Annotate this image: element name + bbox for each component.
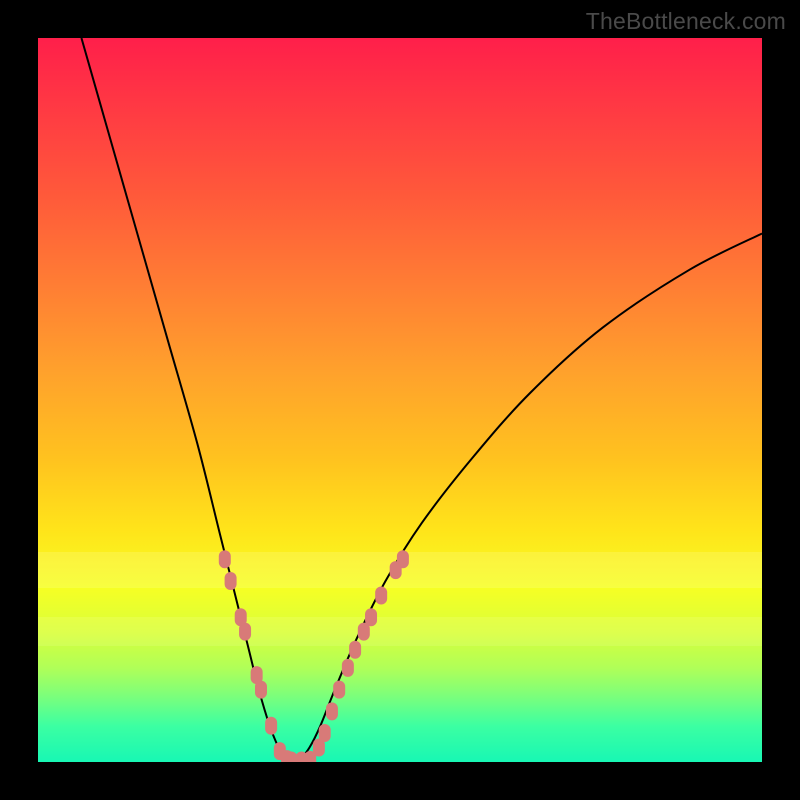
left-curve bbox=[81, 38, 284, 762]
watermark-text: TheBottleneck.com bbox=[586, 8, 786, 35]
right-markers-3 bbox=[333, 681, 345, 699]
right-curve bbox=[299, 233, 762, 762]
right-markers-5 bbox=[349, 641, 361, 659]
curve-paths bbox=[81, 38, 762, 762]
left-markers-6 bbox=[265, 717, 277, 735]
right-markers-10 bbox=[397, 550, 409, 568]
left-markers-0 bbox=[219, 550, 231, 568]
right-markers-8 bbox=[375, 586, 387, 604]
marker-dots bbox=[219, 550, 409, 762]
left-markers-5 bbox=[255, 681, 267, 699]
left-markers-1 bbox=[225, 572, 237, 590]
curve-layer bbox=[38, 38, 762, 762]
right-markers-1 bbox=[319, 724, 331, 742]
right-markers-4 bbox=[342, 659, 354, 677]
right-markers-6 bbox=[358, 623, 370, 641]
chart-frame: TheBottleneck.com bbox=[0, 0, 800, 800]
right-markers-2 bbox=[326, 702, 338, 720]
plot-area bbox=[38, 38, 762, 762]
right-markers-7 bbox=[365, 608, 377, 626]
left-markers-3 bbox=[239, 623, 251, 641]
